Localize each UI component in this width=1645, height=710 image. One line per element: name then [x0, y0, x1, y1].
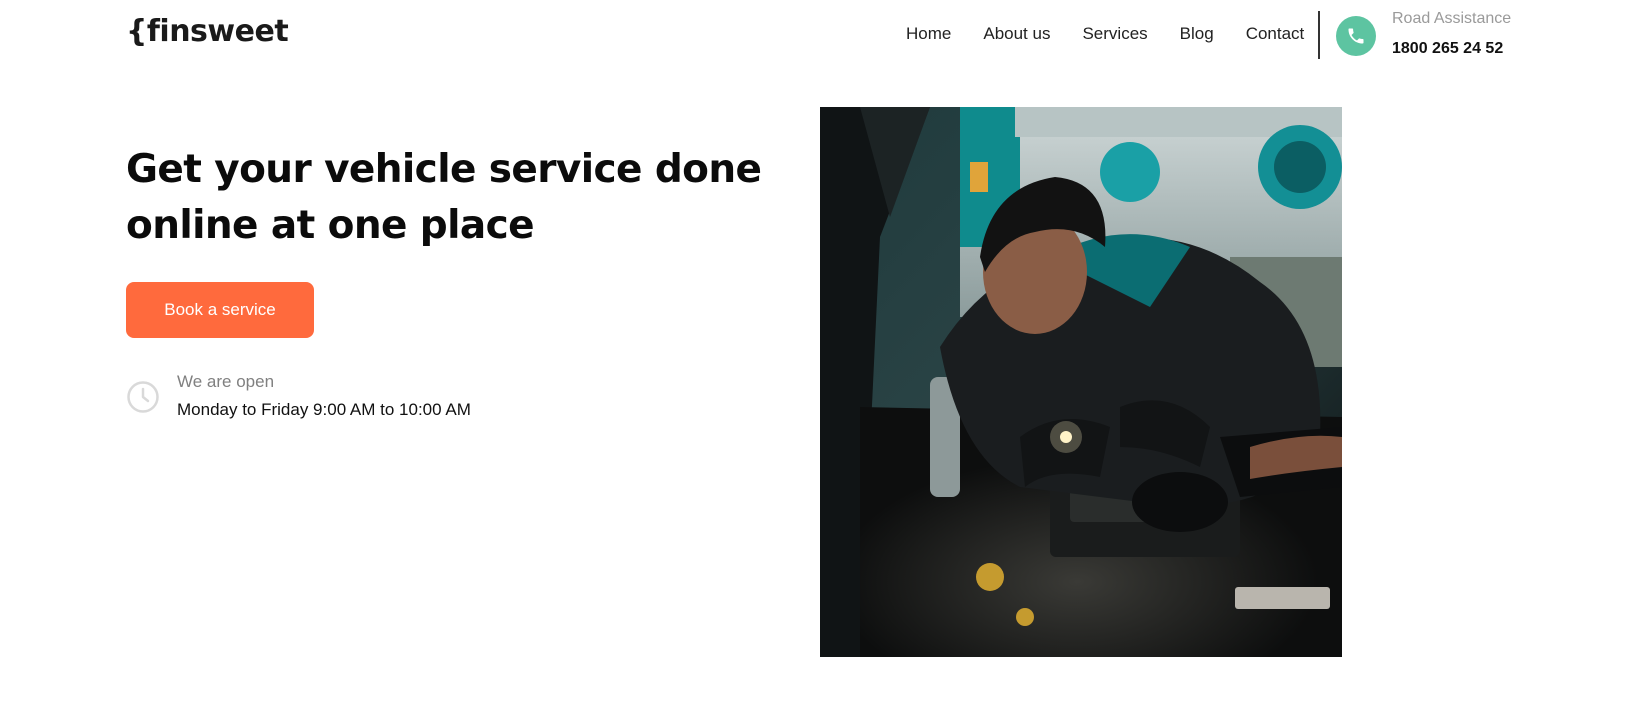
- open-hours: Monday to Friday 9:00 AM to 10:00 AM: [177, 400, 471, 419]
- nav-divider: [1318, 11, 1320, 59]
- open-label: We are open: [177, 372, 275, 391]
- nav-services[interactable]: Services: [1082, 24, 1147, 44]
- phone-glyph: [1348, 28, 1364, 44]
- hero-headline-line2: online at one place: [126, 203, 535, 248]
- nav-about-us[interactable]: About us: [983, 24, 1050, 44]
- hero-headline: Get your vehicle service done online at …: [126, 142, 766, 254]
- road-assistance-number[interactable]: 1800 265 24 52: [1392, 40, 1503, 58]
- page: {finsweet Home About us Services Blog Co…: [0, 0, 1645, 710]
- hero-image: [820, 107, 1342, 657]
- nav-blog[interactable]: Blog: [1180, 24, 1214, 44]
- clock-icon: [127, 381, 159, 413]
- nav-home[interactable]: Home: [906, 24, 951, 44]
- brand-logo[interactable]: {finsweet: [126, 14, 289, 49]
- phone-icon[interactable]: [1336, 16, 1376, 56]
- road-assistance-label: Road Assistance: [1392, 10, 1512, 27]
- hero-headline-line1: Get your vehicle service done: [126, 147, 762, 192]
- book-service-button[interactable]: Book a service: [126, 282, 314, 338]
- nav-contact[interactable]: Contact: [1246, 24, 1305, 44]
- mechanic-photo: [820, 107, 1342, 657]
- main-nav: Home About us Services Blog Contact: [906, 24, 1304, 44]
